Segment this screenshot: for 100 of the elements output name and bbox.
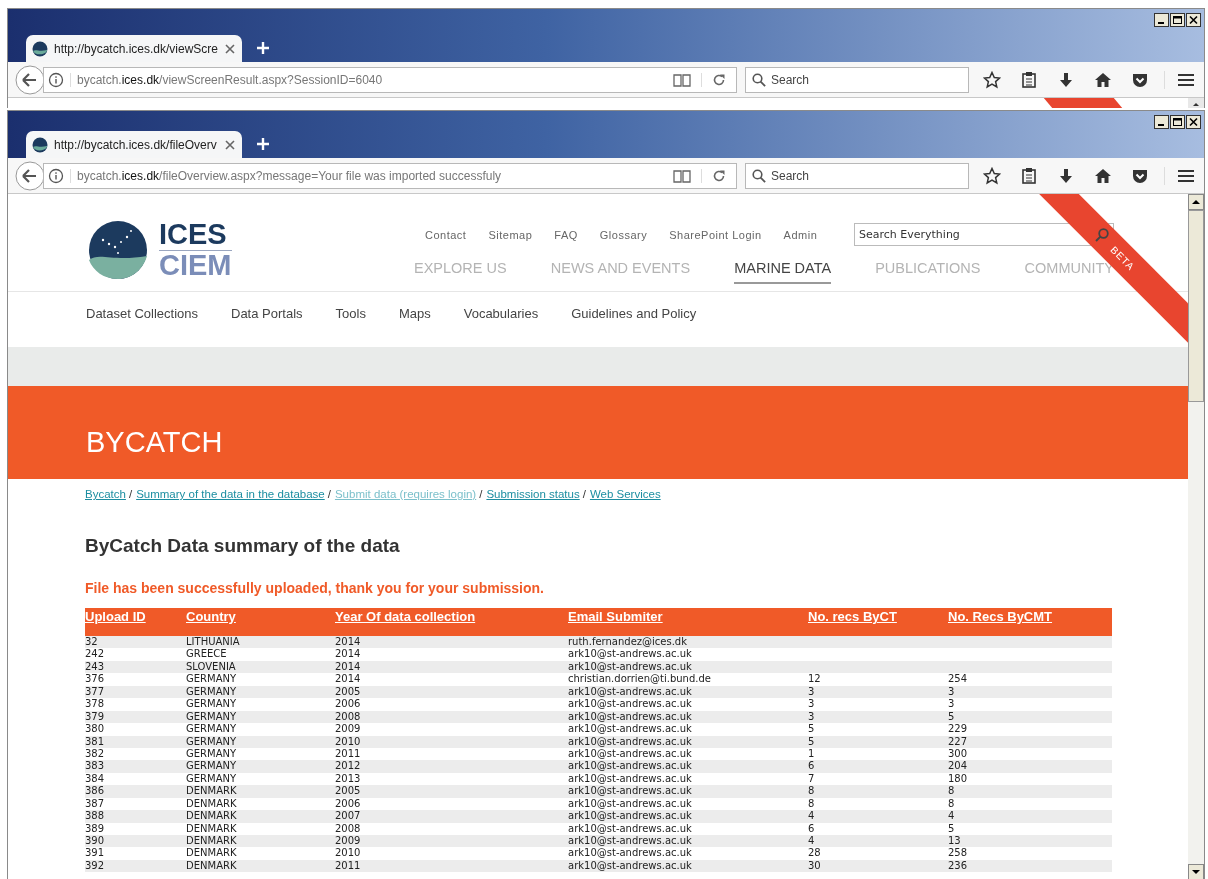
table-cell-text: 378: [85, 698, 106, 711]
breadcrumb-link: Submit data (requires login): [334, 488, 477, 500]
utility-link[interactable]: SharePoint Login: [669, 228, 762, 241]
page-heading: ByCatch Data summary of the data: [85, 534, 401, 558]
table-cell-text: 2011: [335, 859, 362, 873]
subnav-link[interactable]: Guidelines and Policy: [571, 305, 697, 321]
table-cell-text: 2005: [335, 785, 362, 798]
table-cell-text: 12: [808, 673, 822, 686]
table-cell-text: GERMANY: [186, 723, 238, 736]
breadcrumb-link[interactable]: Web Services: [589, 488, 661, 500]
subnav-link[interactable]: Vocabularies: [463, 305, 539, 321]
table-cell-text: 382: [85, 747, 106, 761]
table-cell-text: 2014: [335, 673, 362, 686]
table-cell-text: 379: [85, 710, 106, 724]
table-cell-text: 254: [948, 673, 969, 686]
search-field[interactable]: Search: [745, 162, 969, 189]
table-cell-text: DENMARK: [186, 785, 238, 798]
table-cell-text: 242: [85, 648, 106, 661]
table-cell-text: ark10@st-andrews.ac.uk: [568, 660, 693, 674]
table-cell-text: 2006: [335, 797, 362, 811]
utility-link[interactable]: Admin: [783, 228, 818, 241]
table-cell-text: ark10@st-andrews.ac.uk: [568, 835, 693, 848]
table-cell-text: ark10@st-andrews.ac.uk: [568, 735, 693, 748]
table-cell-text: DENMARK: [186, 797, 238, 811]
table-cell-text: 32: [85, 636, 99, 649]
table-cell-text: GERMANY: [186, 760, 238, 773]
table-cell-text: DENMARK: [186, 835, 238, 848]
utility-link[interactable]: Glossary: [599, 228, 648, 241]
breadcrumb-separator: /: [479, 488, 483, 500]
table-cell-text: 3: [948, 698, 956, 711]
address-bar[interactable]: bycatch.ices.dk/viewScreenResult.aspx?SessionID=6040: [43, 66, 737, 93]
breadcrumb-link[interactable]: Bycatch: [85, 488, 126, 500]
utility-link[interactable]: Contact: [425, 228, 467, 241]
table-cell-text: 390: [85, 835, 106, 848]
table-cell-text: christian.dorrien@ti.bund.de: [568, 673, 712, 686]
table-cell-text: ark10@st-andrews.ac.uk: [568, 747, 693, 761]
breadcrumb-separator: /: [582, 488, 586, 500]
table-cell-text: 13: [948, 835, 962, 848]
table-cell-text: GERMANY: [186, 710, 238, 724]
table-cell-text: 227: [948, 735, 969, 748]
table-cell-text: 2014: [335, 636, 362, 649]
table-cell-text: 1: [808, 747, 816, 761]
table-cell-text: 5: [948, 710, 956, 724]
search-field[interactable]: Search: [745, 66, 969, 93]
table-cell-text: 2005: [335, 685, 362, 699]
column-header[interactable]: No. recs ByCT: [808, 608, 948, 636]
table-cell-text: 258: [948, 847, 969, 860]
table-cell-text: 388: [85, 810, 106, 823]
column-header[interactable]: No. Recs ByCMT: [948, 608, 1112, 636]
subnav-link[interactable]: Maps: [398, 305, 431, 321]
table-cell-text: 3: [948, 685, 956, 699]
table-cell-text: ark10@st-andrews.ac.uk: [568, 785, 693, 798]
table-cell-text: 3: [808, 710, 816, 724]
table-cell-text: 381: [85, 735, 106, 748]
table-cell-text: 384: [85, 772, 106, 786]
column-header[interactable]: Email Submiter: [568, 608, 808, 636]
breadcrumb-link[interactable]: Submission status: [486, 488, 580, 500]
table-cell-text: 2006: [335, 698, 362, 711]
table-cell-text: 30: [808, 859, 822, 873]
table-cell-text: ark10@st-andrews.ac.uk: [568, 847, 693, 860]
table-cell-text: 3: [808, 698, 816, 711]
subnav-link[interactable]: Tools: [335, 305, 366, 321]
table-cell-text: ark10@st-andrews.ac.uk: [568, 710, 693, 724]
subnav-link[interactable]: Data Portals: [231, 305, 303, 321]
table-cell-text: DENMARK: [186, 859, 238, 873]
table-cell-text: 377: [85, 685, 106, 699]
breadcrumb-separator: /: [128, 488, 133, 500]
table-cell-text: 387: [85, 797, 106, 811]
column-header[interactable]: Upload ID: [85, 608, 186, 636]
table-cell-text: ark10@st-andrews.ac.uk: [568, 648, 693, 661]
table-cell-text: 386: [85, 785, 106, 798]
column-header[interactable]: Year Of data collection: [335, 608, 568, 636]
logo-text: ICES: [159, 220, 232, 251]
browser-tab[interactable]: http://bycatch.ices.dk/fileOverv: [26, 131, 242, 158]
table-cell-text: 5: [808, 735, 816, 748]
breadcrumb-link[interactable]: Summary of the data in the database: [136, 488, 325, 500]
table-cell-text: GERMANY: [186, 673, 238, 686]
table-cell-text: GERMANY: [186, 747, 238, 761]
table-cell-text: 389: [85, 822, 106, 835]
url-text: bycatch.ices.dk/fileOverview.aspx?message=Your file was imported successfuly: [70, 168, 667, 183]
subnav-link[interactable]: Dataset Collections: [86, 305, 198, 321]
table-cell-text: 300: [948, 747, 969, 761]
table-cell-text: 376: [85, 673, 106, 686]
table-cell-text: GERMANY: [186, 735, 238, 748]
nav-tab[interactable]: MARINE DATA: [734, 260, 832, 284]
address-bar[interactable]: bycatch.ices.dk/fileOverview.aspx?message=Your file was imported successfuly: [43, 162, 737, 189]
column-header[interactable]: Country: [186, 608, 335, 636]
table-cell-text: 2010: [335, 735, 362, 748]
table-cell-text: 2008: [335, 710, 362, 724]
tab-title: http://bycatch.ices.dk/viewScre: [53, 41, 219, 56]
table-cell-text: ark10@st-andrews.ac.uk: [568, 772, 693, 786]
table-cell-text: LITHUANIA: [186, 636, 241, 649]
table-cell-text: 2010: [335, 847, 362, 860]
browser-tab[interactable]: http://bycatch.ices.dk/viewScre: [26, 35, 242, 62]
success-message: File has been successfully uploaded, thank you for your submission.: [85, 579, 545, 597]
table-cell-text: ark10@st-andrews.ac.uk: [568, 810, 693, 823]
table-cell-text: 8: [948, 797, 956, 811]
table-cell-text: DENMARK: [186, 810, 238, 823]
utility-link[interactable]: FAQ: [554, 228, 578, 241]
utility-link[interactable]: Sitemap: [488, 228, 533, 241]
